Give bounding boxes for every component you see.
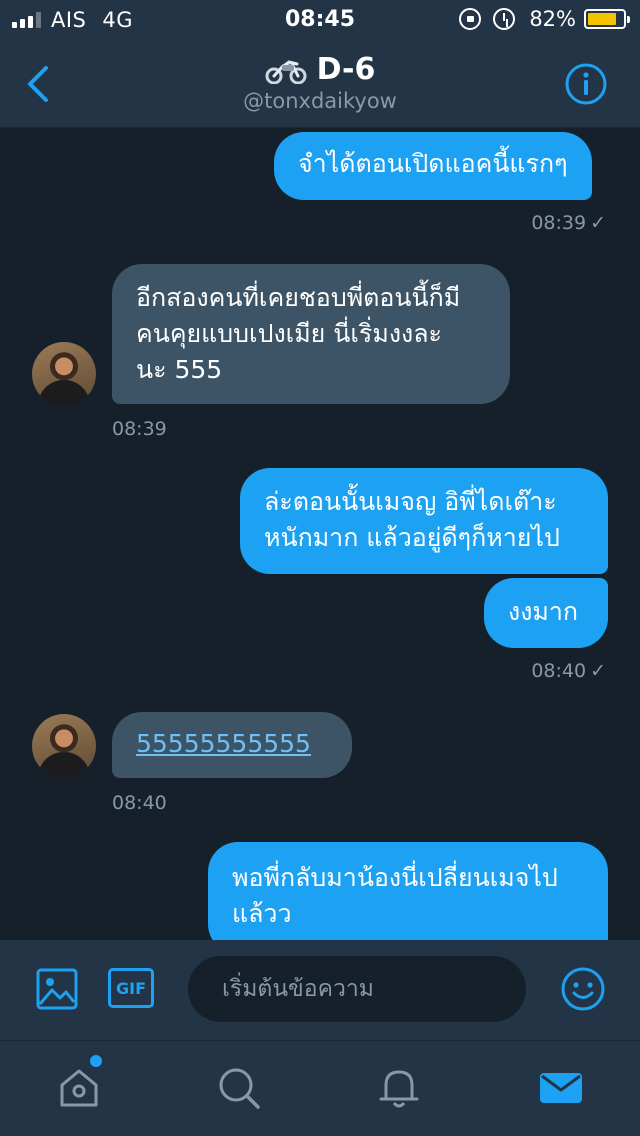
message-line: อีกสองคนที่เคยชอบพี่ตอนนี้ก็มี [136, 283, 461, 312]
message-text: จำได้ตอนเปิดแอคนี้แรกๆ [298, 149, 568, 178]
info-icon[interactable] [564, 62, 608, 106]
message-bubble-outgoing[interactable]: งงมาก [484, 578, 608, 648]
message-line: พอพี่กลับมาน้องนี่เปลี่ยนเมจไป [232, 863, 558, 892]
message-timestamp: 08:39 [112, 418, 167, 440]
status-bar: AIS 4G 08:45 82% [0, 0, 640, 40]
battery-fill [588, 13, 616, 25]
avatar[interactable] [32, 342, 96, 406]
sent-check-icon: ✓ [590, 660, 606, 682]
rotation-lock-icon [459, 8, 482, 30]
message-bubble-outgoing[interactable]: จำได้ตอนเปิดแอคนี้แรกๆ [274, 132, 592, 200]
message-timestamp: 08:39 ✓ [531, 212, 606, 234]
conversation-title[interactable]: D-6 @tonxdaikyow [0, 52, 640, 113]
image-icon[interactable] [36, 968, 78, 1010]
contact-handle: @tonxdaikyow [243, 89, 397, 113]
home-icon[interactable] [56, 1065, 102, 1111]
message-timestamp: 08:40 ✓ [531, 660, 606, 682]
notification-dot [90, 1055, 102, 1067]
message-list[interactable]: จำได้ตอนเปิดแอคนี้แรกๆ 08:39 ✓ อีกสองคนที… [0, 128, 640, 940]
contact-name: D-6 [316, 52, 376, 87]
status-right: 82% [459, 7, 630, 31]
battery-icon [584, 9, 630, 29]
message-bubble-incoming[interactable]: อีกสองคนที่เคยชอบพี่ตอนนี้ก็มี คนคุยแบบเ… [112, 264, 510, 404]
message-input[interactable]: เริ่มต้นข้อความ [188, 956, 526, 1022]
message-line: หนักมาก แล้วอยู่ดีๆก็หายไป [264, 523, 560, 552]
message-line: คนคุยแบบเปงเมีย นี่เริ่มงงละ [136, 319, 442, 348]
motorcycle-icon [265, 59, 307, 84]
search-icon[interactable] [216, 1065, 262, 1111]
message-line: ล่ะตอนนั้นเมจญ อิพี่ไดเต๊าะ [264, 487, 557, 516]
message-bubble-outgoing[interactable]: ล่ะตอนนั้นเมจญ อิพี่ไดเต๊าะ หนักมาก แล้ว… [240, 468, 608, 574]
message-text: งงมาก [508, 597, 579, 626]
avatar[interactable] [32, 714, 96, 778]
message-link[interactable]: 55555555555 [136, 729, 311, 758]
battery-percent: 82% [529, 7, 576, 31]
bell-icon[interactable] [376, 1065, 422, 1111]
message-line: แล้วว [232, 899, 292, 928]
emoji-icon[interactable] [560, 966, 606, 1012]
tab-bar [0, 1040, 640, 1136]
alarm-icon [493, 8, 516, 30]
gif-button[interactable]: GIF [108, 968, 154, 1008]
message-line: นะ 555 [136, 355, 223, 384]
message-bubble-incoming[interactable]: 55555555555 [112, 712, 352, 778]
message-bubble-outgoing[interactable]: พอพี่กลับมาน้องนี่เปลี่ยนเมจไป แล้วว [208, 842, 608, 940]
mail-icon[interactable] [538, 1065, 584, 1111]
sent-check-icon: ✓ [590, 212, 606, 234]
message-timestamp: 08:40 [112, 792, 167, 814]
conversation-header: D-6 @tonxdaikyow [0, 40, 640, 128]
message-composer: GIF เริ่มต้นข้อความ [0, 940, 640, 1040]
